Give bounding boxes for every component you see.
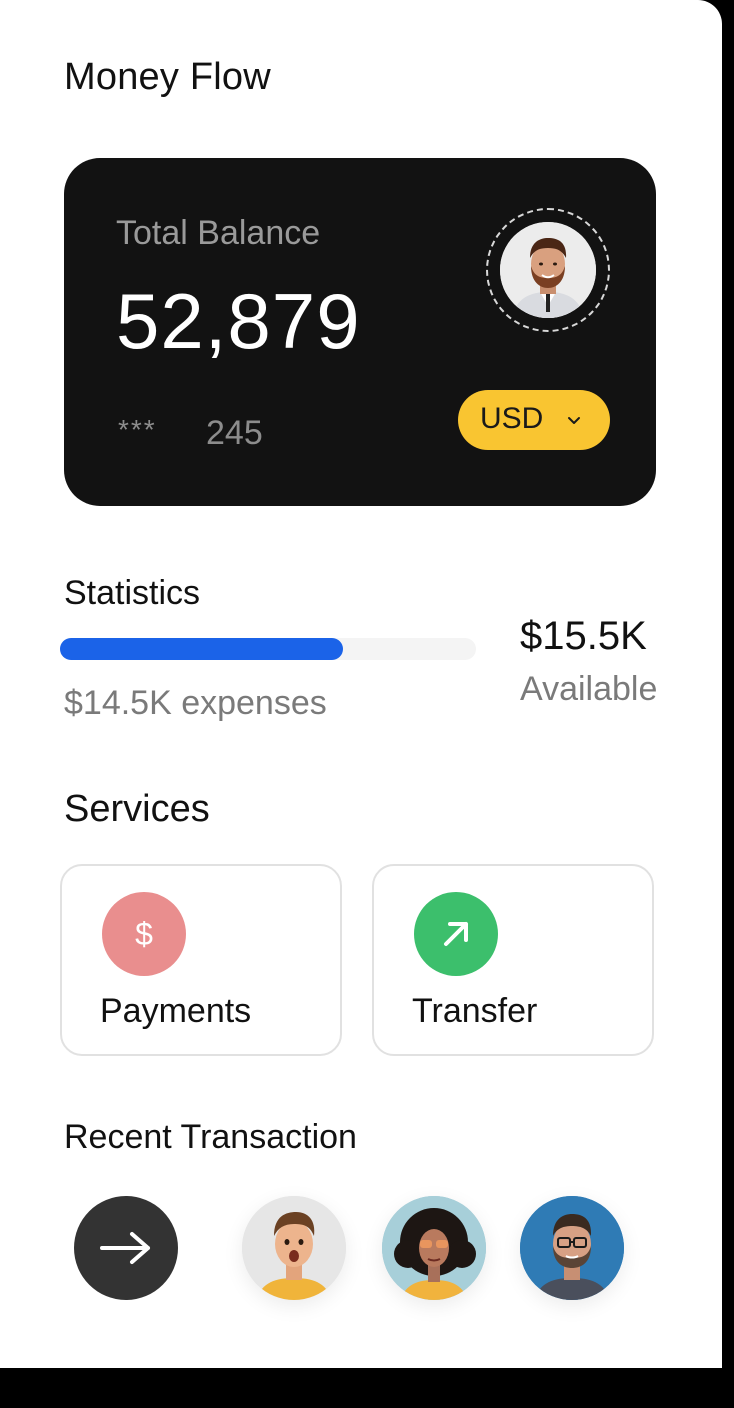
payments-label: Payments [100,992,252,1030]
svg-text:$: $ [135,916,153,952]
arrow-up-right-icon [414,892,498,976]
dollar-icon: $ [102,892,186,976]
available-amount: $15.5K [520,614,647,658]
currency-dropdown[interactable]: USD [458,390,610,450]
expenses-progress-fill [60,638,343,660]
payments-service-button[interactable]: $ Payments [60,864,342,1056]
see-all-transactions-button[interactable] [74,1196,178,1300]
recent-transaction-title: Recent Transaction [64,1118,357,1156]
page-title: Money Flow [64,56,271,98]
transfer-service-button[interactable]: Transfer [372,864,654,1056]
contact-avatar-3[interactable] [520,1196,624,1300]
balance-label: Total Balance [116,214,321,252]
chevron-down-icon [568,417,580,424]
money-flow-screen: Money Flow Total Balance 52,879 *** 245 [0,0,722,1368]
statistics-title: Statistics [64,574,201,612]
user-avatar[interactable] [500,222,596,318]
contact-avatar-2[interactable] [382,1196,486,1300]
currency-label: USD [480,402,544,435]
available-label: Available [520,670,658,708]
card-number-mask: *** [118,414,157,445]
balance-amount: 52,879 [116,277,361,365]
contact-avatar-1[interactable] [242,1196,346,1300]
card-last-digits: 245 [206,414,263,452]
expenses-progress-bar [60,638,476,660]
transfer-label: Transfer [412,992,538,1030]
balance-card: Total Balance 52,879 *** 245 USD [64,158,656,506]
services-title: Services [64,788,210,830]
arrow-right-icon [100,1232,150,1264]
expenses-text: $14.5K expenses [64,684,327,722]
avatar-ring [486,208,610,332]
